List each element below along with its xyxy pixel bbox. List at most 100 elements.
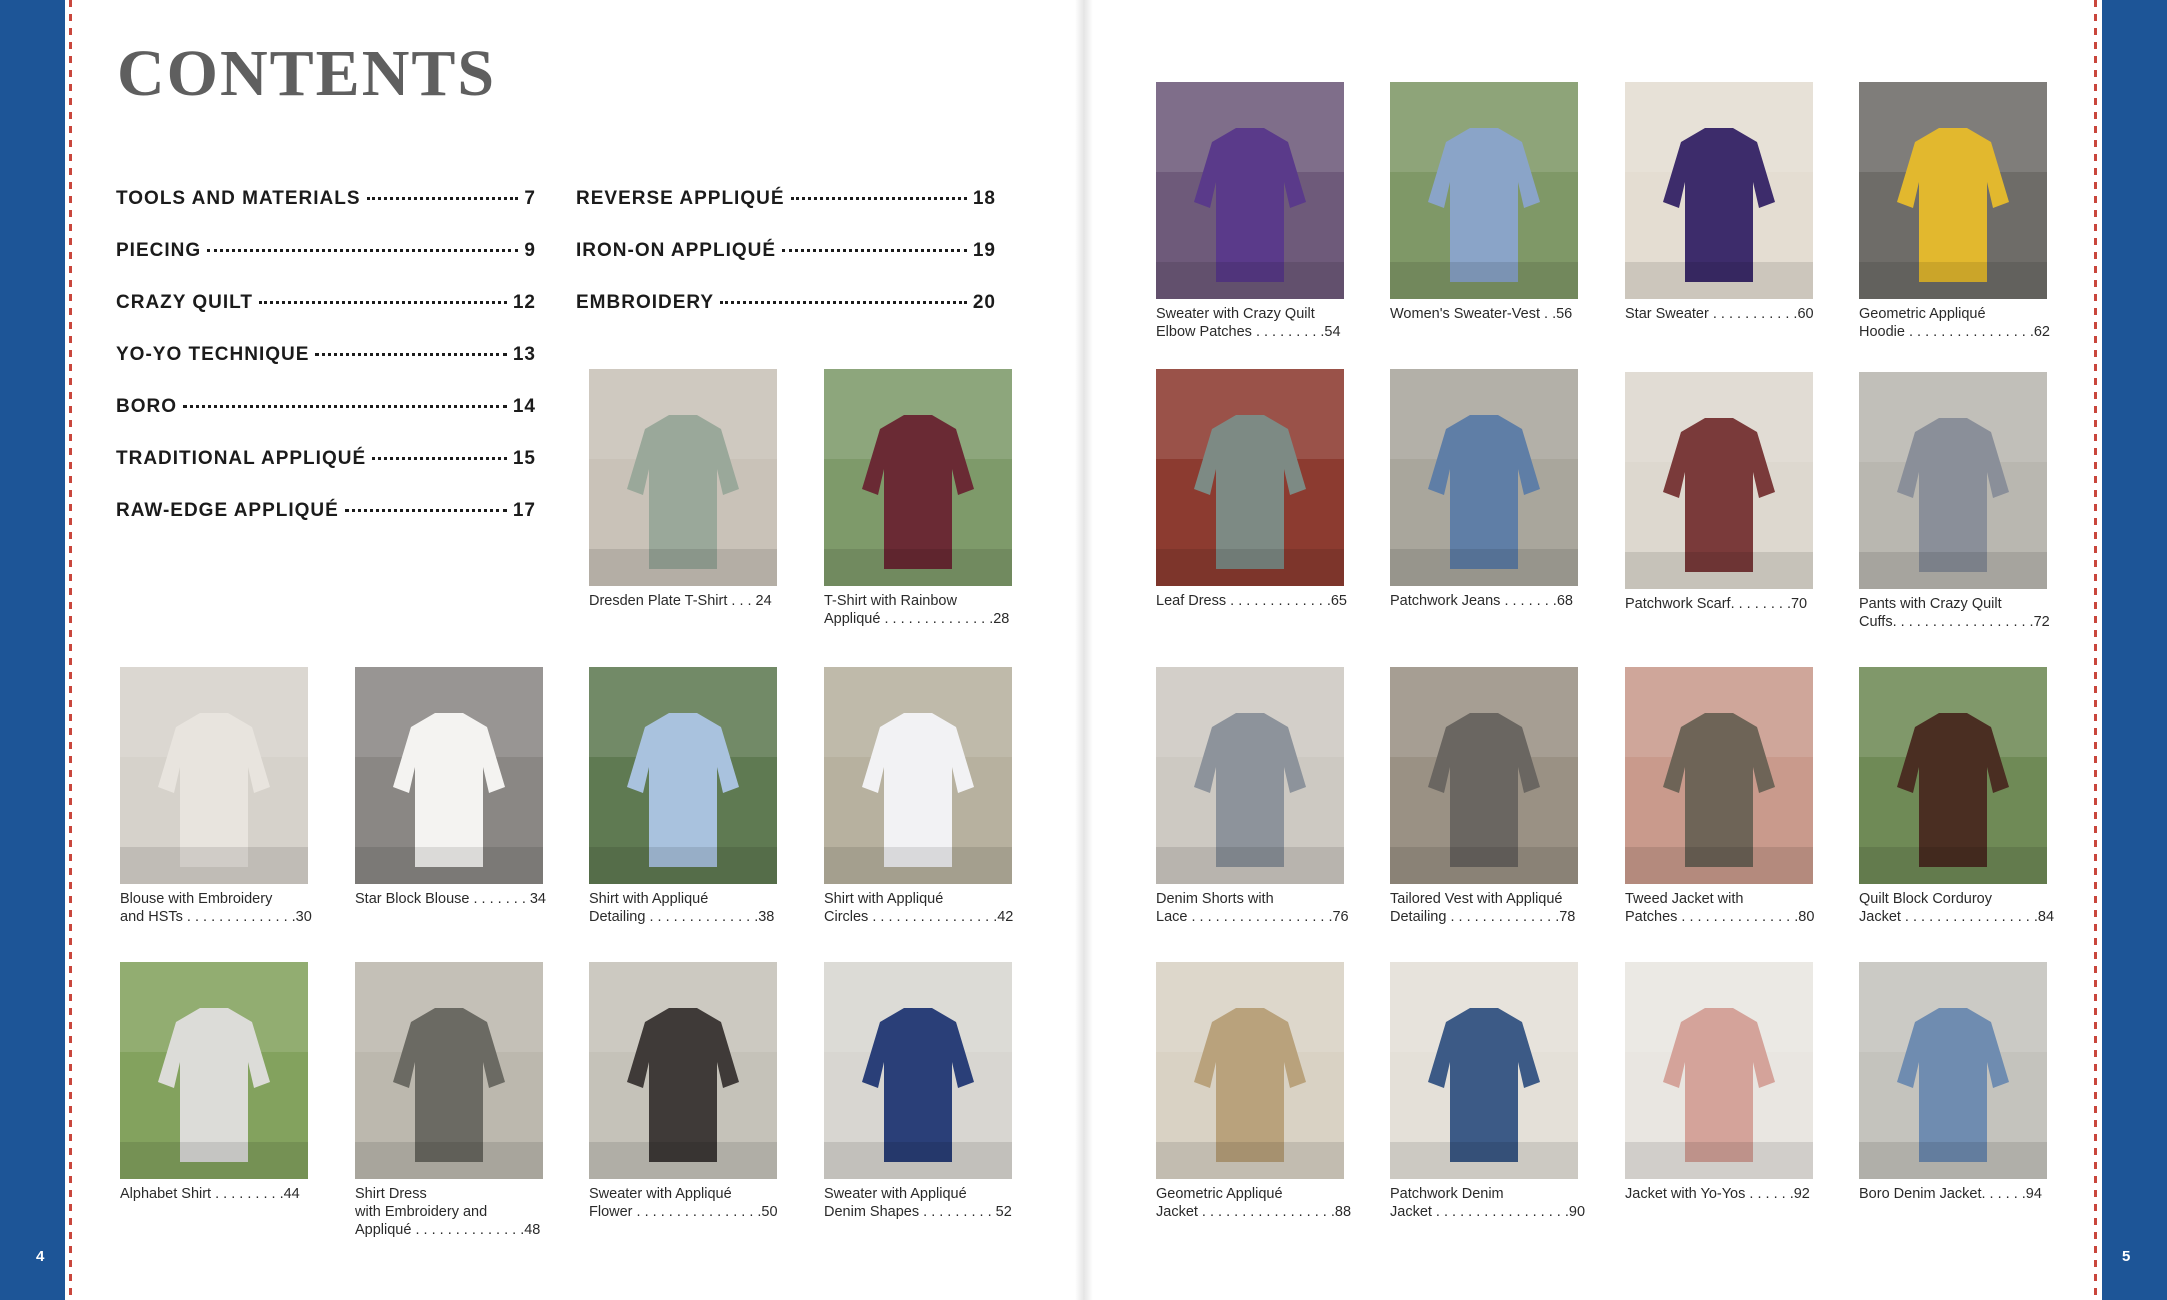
toc-leader-dots bbox=[720, 301, 967, 304]
project-caption-line: Appliqué . . . . . . . . . . . . . .48 bbox=[355, 1222, 541, 1238]
project-caption-line: Sweater with Appliqué bbox=[824, 1186, 967, 1202]
toc-leader-dots bbox=[258, 301, 507, 304]
project-caption-line: Patches . . . . . . . . . . . . . . .80 bbox=[1625, 909, 1815, 925]
project-caption: Boro Denim Jacket. . . . . .94 bbox=[1859, 1185, 2047, 1203]
project-photo bbox=[1390, 82, 1578, 299]
project-card[interactable]: Dresden Plate T-Shirt . . . 24 bbox=[589, 369, 777, 610]
project-card[interactable]: Geometric Appliqué Jacket . . . . . . . .… bbox=[1156, 962, 1351, 1221]
toc-leader-dots bbox=[790, 197, 967, 200]
project-card[interactable]: Star Sweater . . . . . . . . . . .60 bbox=[1625, 82, 1814, 323]
project-card[interactable]: Patchwork Scarf. . . . . . . .70 bbox=[1625, 372, 1813, 613]
project-photo bbox=[355, 962, 543, 1179]
toc-entry-page: 9 bbox=[524, 240, 536, 261]
project-photo bbox=[824, 962, 1012, 1179]
contents-title: CONTENTS bbox=[117, 37, 497, 110]
toc-entry-label: BORO bbox=[116, 396, 177, 417]
toc-entry-label: YO-YO TECHNIQUE bbox=[116, 344, 310, 365]
project-caption-line: Jacket . . . . . . . . . . . . . . . . .… bbox=[1390, 1204, 1586, 1220]
project-card[interactable]: Sweater with Appliqué Denim Shapes . . . … bbox=[824, 962, 1012, 1221]
project-card[interactable]: Alphabet Shirt . . . . . . . . .44 bbox=[120, 962, 308, 1203]
project-caption-line: Star Block Blouse . . . . . . . 34 bbox=[355, 891, 546, 907]
toc-entry-page: 14 bbox=[512, 396, 536, 417]
project-caption: Sweater with Appliqué Flower . . . . . . … bbox=[589, 1185, 778, 1221]
toc-entry[interactable]: YO-YO TECHNIQUE 13 bbox=[116, 344, 536, 366]
project-caption: Leaf Dress . . . . . . . . . . . . .65 bbox=[1156, 592, 1347, 610]
project-photo bbox=[1390, 667, 1578, 884]
toc-entry[interactable]: TOOLS AND MATERIALS 7 bbox=[116, 188, 536, 210]
project-card[interactable]: Sweater with Appliqué Flower . . . . . . … bbox=[589, 962, 778, 1221]
project-card[interactable]: Geometric Appliqué Hoodie . . . . . . . .… bbox=[1859, 82, 2050, 341]
project-caption-line: Leaf Dress . . . . . . . . . . . . .65 bbox=[1156, 593, 1347, 609]
project-caption: Sweater with Crazy Quilt Elbow Patches . … bbox=[1156, 305, 1344, 341]
project-card[interactable]: Sweater with Crazy Quilt Elbow Patches . … bbox=[1156, 82, 1344, 341]
project-photo bbox=[1625, 667, 1813, 884]
project-card[interactable]: Shirt with Appliqué Detailing . . . . . .… bbox=[589, 667, 777, 926]
project-card[interactable]: Jacket with Yo-Yos . . . . . .92 bbox=[1625, 962, 1813, 1203]
project-card[interactable]: Blouse with Embroidery and HSTs . . . . .… bbox=[120, 667, 312, 926]
project-card[interactable]: Leaf Dress . . . . . . . . . . . . .65 bbox=[1156, 369, 1347, 610]
project-caption: Shirt with Appliqué Circles . . . . . . .… bbox=[824, 890, 1014, 926]
project-caption: Denim Shorts with Lace . . . . . . . . . … bbox=[1156, 890, 1349, 926]
project-caption-line: Jacket . . . . . . . . . . . . . . . . .… bbox=[1859, 909, 2055, 925]
project-card[interactable]: Shirt Dress with Embroidery and Appliqué .… bbox=[355, 962, 543, 1239]
toc-entry[interactable]: EMBROIDERY 20 bbox=[576, 292, 996, 314]
project-caption-line: Patchwork Denim bbox=[1390, 1186, 1504, 1202]
project-card[interactable]: Quilt Block Corduroy Jacket . . . . . . .… bbox=[1859, 667, 2055, 926]
project-photo bbox=[824, 369, 1012, 586]
project-photo bbox=[1859, 962, 2047, 1179]
toc-entry[interactable]: TRADITIONAL APPLIQUÉ 15 bbox=[116, 448, 536, 470]
project-caption-line: and HSTs . . . . . . . . . . . . . .30 bbox=[120, 909, 312, 925]
project-caption-line: Tweed Jacket with bbox=[1625, 891, 1744, 907]
toc-entry[interactable]: IRON-ON APPLIQUÉ 19 bbox=[576, 240, 996, 262]
toc-entry-page: 19 bbox=[972, 240, 996, 261]
project-card[interactable]: Denim Shorts with Lace . . . . . . . . . … bbox=[1156, 667, 1349, 926]
toc-entry-page: 15 bbox=[512, 448, 536, 469]
project-card[interactable]: Shirt with Appliqué Circles . . . . . . .… bbox=[824, 667, 1014, 926]
toc-entry-page: 12 bbox=[512, 292, 536, 313]
project-photo bbox=[1156, 369, 1344, 586]
toc-entry[interactable]: REVERSE APPLIQUÉ 18 bbox=[576, 188, 996, 210]
project-card[interactable]: Patchwork Jeans . . . . . . .68 bbox=[1390, 369, 1578, 610]
project-card[interactable]: Star Block Blouse . . . . . . . 34 bbox=[355, 667, 546, 908]
project-caption-line: Flower . . . . . . . . . . . . . . . .50 bbox=[589, 1204, 778, 1220]
project-caption-line: Women's Sweater-Vest . .56 bbox=[1390, 306, 1573, 322]
project-card[interactable]: Women's Sweater-Vest . .56 bbox=[1390, 82, 1578, 323]
left-stitch-line bbox=[69, 0, 72, 1300]
toc-entry[interactable]: BORO 14 bbox=[116, 396, 536, 418]
project-caption: Blouse with Embroidery and HSTs . . . . .… bbox=[120, 890, 312, 926]
toc-entry-label: EMBROIDERY bbox=[576, 292, 715, 313]
project-photo bbox=[589, 962, 777, 1179]
project-caption-line: Shirt with Appliqué bbox=[824, 891, 944, 907]
project-card[interactable]: Pants with Crazy Quilt Cuffs. . . . . . .… bbox=[1859, 372, 2050, 631]
project-card[interactable]: Boro Denim Jacket. . . . . .94 bbox=[1859, 962, 2047, 1203]
project-photo bbox=[589, 667, 777, 884]
project-caption: Dresden Plate T-Shirt . . . 24 bbox=[589, 592, 777, 610]
project-photo bbox=[824, 667, 1012, 884]
project-caption-line: Geometric Appliqué bbox=[1156, 1186, 1283, 1202]
project-photo bbox=[120, 667, 308, 884]
toc-entry[interactable]: RAW-EDGE APPLIQUÉ 17 bbox=[116, 500, 536, 522]
right-page-border bbox=[2102, 0, 2167, 1300]
project-caption-line: Blouse with Embroidery bbox=[120, 891, 273, 907]
toc-entry[interactable]: CRAZY QUILT 12 bbox=[116, 292, 536, 314]
project-caption: Sweater with Appliqué Denim Shapes . . . … bbox=[824, 1185, 1012, 1221]
project-card[interactable]: Tailored Vest with Appliqué Detailing . .… bbox=[1390, 667, 1578, 926]
project-caption-line: Circles . . . . . . . . . . . . . . . .4… bbox=[824, 909, 1014, 925]
toc-leader-dots bbox=[372, 457, 507, 460]
project-card[interactable]: Tweed Jacket with Patches . . . . . . . .… bbox=[1625, 667, 1815, 926]
toc-entry[interactable]: PIECING 9 bbox=[116, 240, 536, 262]
project-caption-line: Boro Denim Jacket. . . . . .94 bbox=[1859, 1186, 2042, 1202]
toc-entry-label: REVERSE APPLIQUÉ bbox=[576, 188, 785, 209]
project-caption: Patchwork Denim Jacket . . . . . . . . . … bbox=[1390, 1185, 1586, 1221]
project-caption-line: Dresden Plate T-Shirt . . . 24 bbox=[589, 593, 772, 609]
project-card[interactable]: Patchwork Denim Jacket . . . . . . . . . … bbox=[1390, 962, 1586, 1221]
project-caption: Tailored Vest with Appliqué Detailing . .… bbox=[1390, 890, 1578, 926]
project-caption-line: Elbow Patches . . . . . . . . .54 bbox=[1156, 324, 1341, 340]
right-stitch-line bbox=[2094, 0, 2097, 1300]
project-caption-line: T-Shirt with Rainbow bbox=[824, 593, 957, 609]
toc-entry-page: 13 bbox=[512, 344, 536, 365]
project-card[interactable]: T-Shirt with Rainbow Appliqué . . . . . .… bbox=[824, 369, 1012, 628]
project-caption-line: Sweater with Appliqué bbox=[589, 1186, 732, 1202]
project-photo bbox=[120, 962, 308, 1179]
project-caption: Patchwork Jeans . . . . . . .68 bbox=[1390, 592, 1578, 610]
